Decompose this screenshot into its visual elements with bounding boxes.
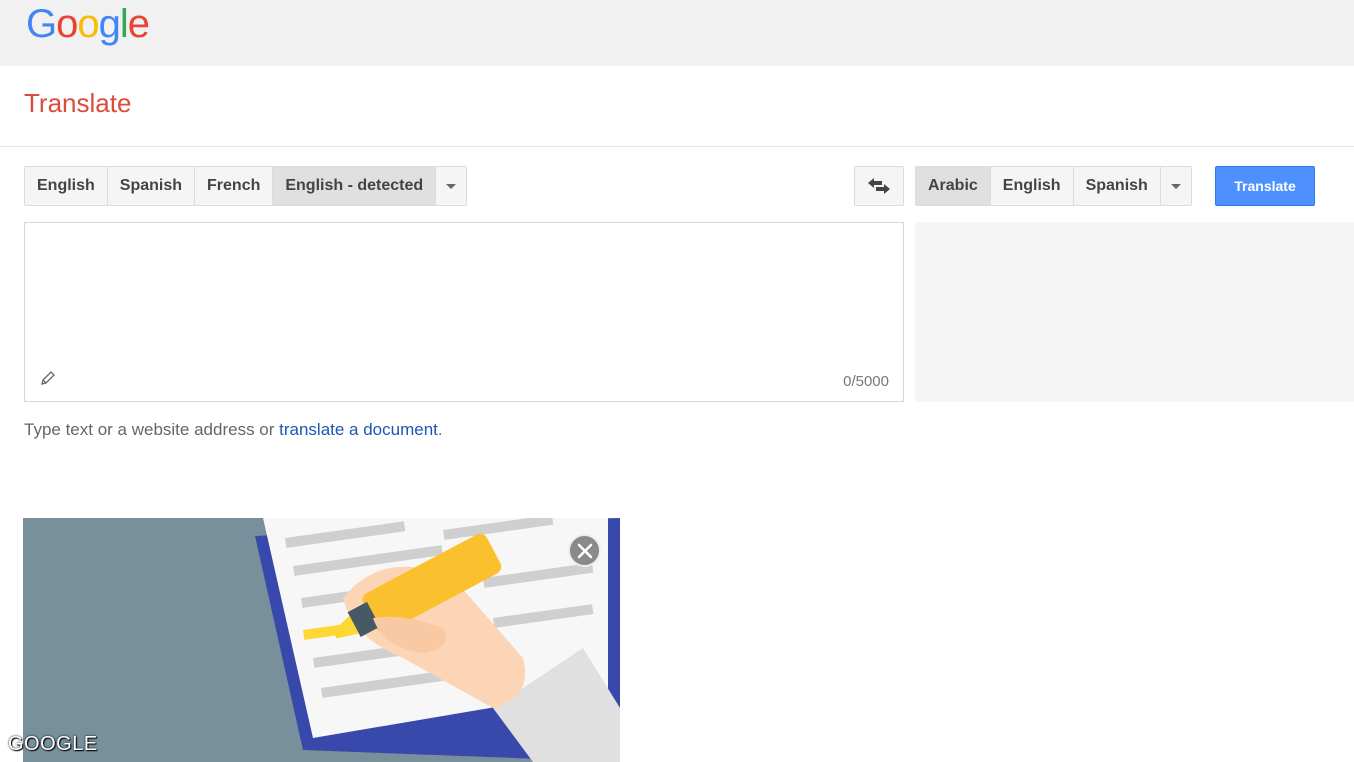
source-lang-spanish[interactable]: Spanish [107, 167, 196, 205]
hint-suffix: . [437, 420, 443, 439]
top-bar [0, 0, 1354, 66]
highlighter-illustration [255, 518, 620, 762]
target-lang-english[interactable]: English [990, 167, 1074, 205]
hint-prefix: Type text or a website address or [24, 420, 280, 439]
watermark: GOOGLE [8, 733, 98, 755]
swap-arrows-icon [868, 178, 890, 194]
target-lang-dropdown[interactable] [1160, 167, 1191, 205]
source-lang-english[interactable]: English [25, 167, 108, 205]
page-title: Translate [24, 88, 132, 118]
logo-letter: o [56, 2, 78, 46]
swap-languages-button[interactable] [854, 166, 904, 206]
pencil-icon[interactable] [39, 369, 57, 387]
logo-letter: G [26, 2, 57, 46]
logo-letter: e [127, 2, 150, 46]
logo-letter: l [119, 2, 129, 46]
source-text-input[interactable]: 0/5000 [24, 222, 904, 402]
google-logo[interactable]: Google [26, 2, 150, 47]
translate-button[interactable]: Translate [1215, 166, 1315, 206]
target-lang-arabic[interactable]: Arabic [916, 167, 991, 205]
source-language-bar: English Spanish French English - detecte… [24, 166, 468, 206]
target-language-bar: Arabic English Spanish [915, 166, 1192, 206]
logo-letter: g [98, 2, 121, 46]
input-hint: Type text or a website address or transl… [24, 420, 443, 440]
chevron-down-icon [446, 183, 457, 189]
source-lang-dropdown[interactable] [436, 167, 467, 205]
chevron-down-icon [1170, 183, 1181, 189]
sub-header [0, 66, 1354, 147]
close-promo-button[interactable] [568, 534, 601, 567]
close-icon [577, 543, 592, 558]
target-lang-spanish[interactable]: Spanish [1073, 167, 1161, 205]
translate-document-link[interactable]: translate a document [279, 420, 438, 439]
source-lang-detected[interactable]: English - detected [273, 167, 437, 205]
character-counter: 0/5000 [843, 373, 889, 390]
source-lang-french[interactable]: French [195, 167, 274, 205]
logo-letter: o [77, 2, 99, 46]
promo-banner [23, 518, 620, 762]
translation-output [915, 222, 1354, 402]
